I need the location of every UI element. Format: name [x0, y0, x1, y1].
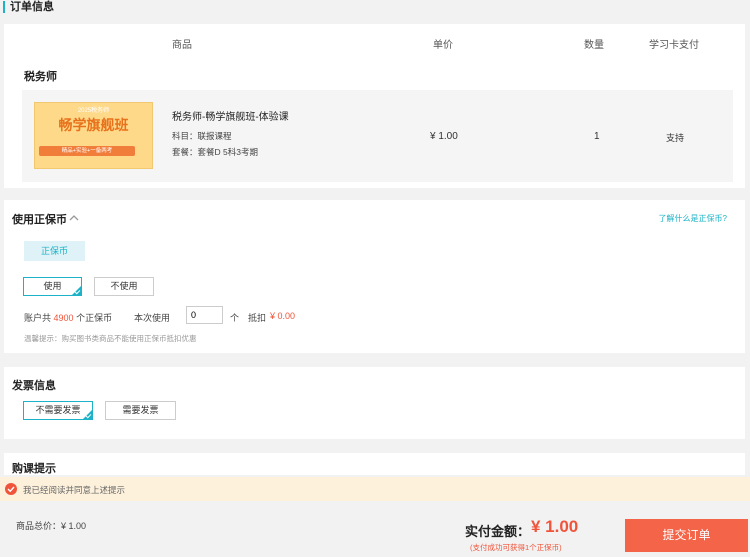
header-qty: 数量	[584, 40, 604, 51]
need-invoice-label: 需要发票	[122, 405, 159, 415]
product-price: ¥ 1.00	[430, 131, 458, 142]
agree-bar: 我已经阅读并同意上述提示	[0, 477, 750, 501]
product-package: 套餐：套餐D 5科3考期	[172, 147, 258, 157]
need-invoice-button[interactable]: 需要发票	[105, 401, 176, 420]
coins-card: 使用正保币 了解什么是正保币? 正保币 使用 不使用 账户共 4900 个正保币…	[4, 200, 745, 353]
checkout-footer: 商品总价：¥ 1.00 实付金额： ¥ 1.00 (支付成功可获得1个正保币) …	[0, 501, 750, 557]
product-name[interactable]: 税务师-畅学旗舰班-体验课	[172, 108, 289, 123]
invoice-card: 发票信息 不需要发票 需要发票	[4, 367, 745, 439]
coins-balance-line: 账户共 4900 个正保币	[24, 311, 112, 324]
no-invoice-label: 不需要发票	[35, 405, 81, 415]
deduct-label: 抵扣	[248, 313, 267, 323]
pay-label: 实付金额：	[465, 524, 531, 539]
card-pay-support: 支持	[666, 133, 685, 143]
no-invoice-button[interactable]: 不需要发票	[23, 401, 93, 420]
order-card: 商品 单价 数量 学习卡支付 税务师 2025税务师 畅学旗舰班 精品+实验+一…	[4, 24, 745, 188]
thumb-year: 2025税务师	[77, 108, 110, 114]
thumb-title: 畅学旗舰班	[58, 117, 129, 133]
total-price-line: 商品总价：¥ 1.00	[16, 519, 86, 532]
coins-section-title: 使用正保币	[12, 214, 67, 226]
product-thumbnail[interactable]: 2025税务师 畅学旗舰班 精品+实验+一备两考	[34, 102, 153, 169]
pay-note: (支付成功可获得1个正保币)	[470, 543, 562, 552]
notice-section-title: 购课提示	[12, 463, 56, 475]
deduct-value: ¥ 0.00	[270, 311, 296, 321]
product-group-name: 税务师	[24, 71, 57, 83]
product-subject: 科目：联报课程	[172, 131, 232, 141]
thumb-tag: 精品+实验+一备两考	[39, 146, 135, 156]
no-use-coins-label: 不使用	[110, 281, 138, 291]
balance-amount: 4900	[53, 313, 74, 323]
agree-text[interactable]: 我已经阅读并同意上述提示	[23, 484, 125, 496]
balance-suffix: 个正保币	[76, 313, 113, 323]
use-coins-button[interactable]: 使用	[23, 277, 82, 296]
coins-unit: 个	[230, 313, 240, 323]
this-use-label: 本次使用	[134, 313, 171, 323]
total-value: ¥ 1.00	[61, 521, 87, 531]
agree-check-icon[interactable]	[5, 483, 17, 495]
coins-help-link[interactable]: 了解什么是正保币?	[659, 213, 727, 224]
invoice-section-title: 发票信息	[12, 380, 56, 392]
collapse-chevron-icon[interactable]	[69, 213, 79, 223]
header-card-pay: 学习卡支付	[649, 40, 699, 51]
header-price: 单价	[433, 40, 453, 51]
balance-prefix: 账户共	[24, 313, 52, 323]
no-use-coins-button[interactable]: 不使用	[94, 277, 154, 296]
pay-value: ¥ 1.00	[531, 517, 579, 536]
order-section-title: 订单信息	[0, 0, 54, 16]
use-coins-label: 使用	[43, 281, 62, 291]
coins-amount-input[interactable]	[186, 306, 223, 324]
total-label: 商品总价：	[16, 521, 62, 531]
header-product: 商品	[172, 40, 192, 51]
coins-tag: 正保币	[24, 241, 85, 261]
order-item-row: 2025税务师 畅学旗舰班 精品+实验+一备两考 税务师-畅学旗舰班-体验课 科…	[22, 90, 733, 182]
product-qty: 1	[594, 131, 600, 142]
notice-card: 购课提示	[4, 453, 745, 475]
submit-order-button[interactable]: 提交订单	[625, 519, 748, 552]
coins-tip: 温馨提示：购买图书类商品不能使用正保币抵扣优惠	[24, 334, 197, 343]
